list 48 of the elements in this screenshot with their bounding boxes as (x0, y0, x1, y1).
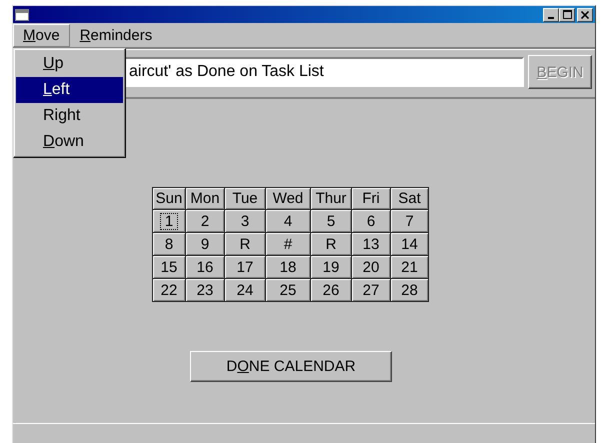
day-header: Sun (153, 188, 185, 209)
day-button[interactable]: R (225, 233, 265, 255)
day-header: Wed (266, 188, 310, 209)
day-button[interactable]: 26 (311, 279, 351, 301)
minimize-icon (548, 16, 554, 18)
day-header: Thur (311, 188, 351, 209)
day-button[interactable]: 3 (225, 210, 265, 232)
day-header: Sat (391, 188, 428, 209)
maximize-icon (562, 10, 572, 19)
day-button[interactable]: 7 (391, 210, 428, 232)
day-button[interactable]: 8 (153, 233, 185, 255)
day-header: Mon (186, 188, 224, 209)
day-button[interactable]: 1 (153, 210, 185, 232)
day-button[interactable]: 22 (153, 279, 185, 301)
day-button[interactable]: 15 (153, 256, 185, 278)
day-button[interactable]: 2 (186, 210, 224, 232)
day-button[interactable]: R (311, 233, 351, 255)
day-button[interactable]: 13 (352, 233, 390, 255)
day-button[interactable]: 14 (391, 233, 428, 255)
day-header: Tue (225, 188, 265, 209)
day-button[interactable]: 25 (266, 279, 310, 301)
day-button[interactable]: 21 (391, 256, 428, 278)
day-button[interactable]: 27 (352, 279, 390, 301)
day-button[interactable]: 9 (186, 233, 224, 255)
day-button[interactable]: 17 (225, 256, 265, 278)
day-button[interactable]: 18 (266, 256, 310, 278)
menu-item[interactable]: Right (16, 103, 123, 129)
menu-item[interactable]: Move (13, 24, 70, 46)
day-button[interactable]: 23 (186, 279, 224, 301)
day-button[interactable]: 16 (186, 256, 224, 278)
done-calendar-button[interactable]: DONE CALENDAR (190, 351, 392, 382)
day-button[interactable]: 19 (311, 256, 351, 278)
day-button[interactable]: # (266, 233, 310, 255)
day-button[interactable]: 24 (225, 279, 265, 301)
close-button[interactable] (577, 8, 593, 22)
day-button[interactable]: 5 (311, 210, 351, 232)
day-button[interactable]: 20 (352, 256, 390, 278)
menu-item[interactable]: Down (16, 129, 123, 155)
day-header: Fri (352, 188, 390, 209)
window-icon (15, 8, 29, 20)
close-icon (581, 10, 589, 18)
day-button[interactable]: 4 (266, 210, 310, 232)
menu-item[interactable]: Reminders (70, 24, 162, 46)
menu-item[interactable]: Left (16, 77, 123, 103)
maximize-button[interactable] (559, 8, 575, 22)
day-button[interactable]: 28 (391, 279, 428, 301)
day-button[interactable]: 6 (352, 210, 390, 232)
minimize-button[interactable] (543, 8, 559, 22)
